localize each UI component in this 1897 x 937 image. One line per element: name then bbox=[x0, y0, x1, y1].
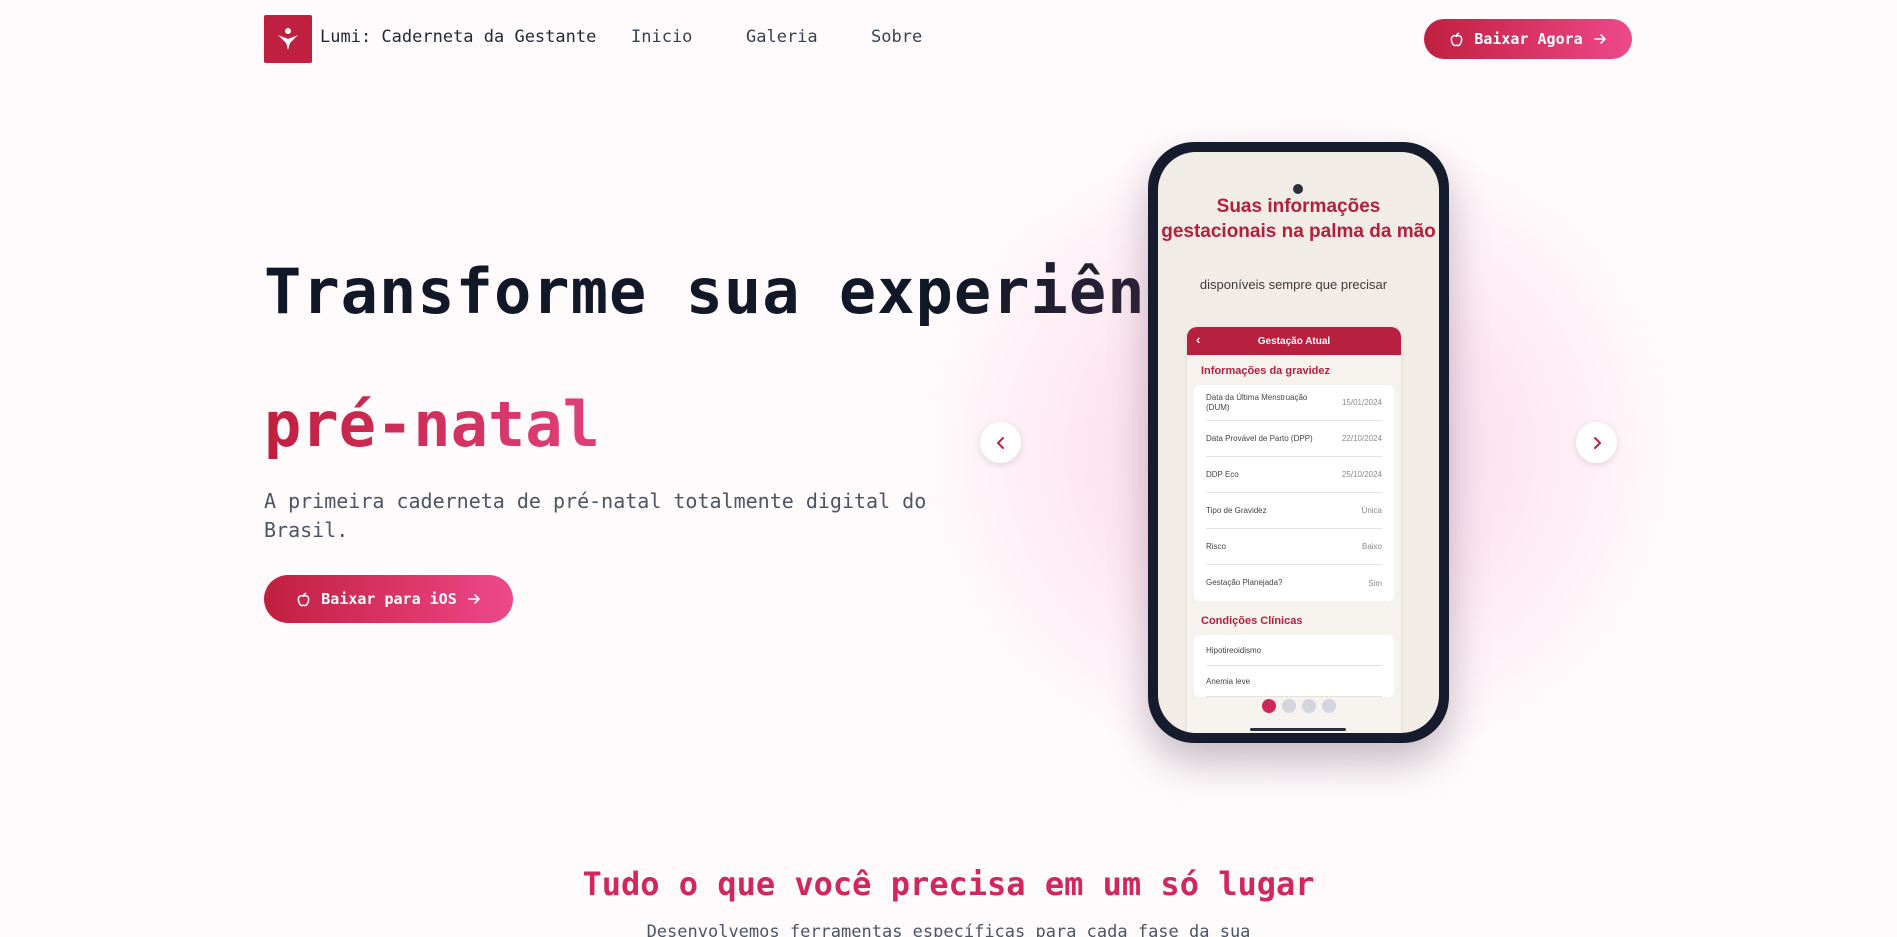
carousel-next-button[interactable] bbox=[1576, 422, 1617, 463]
nav-link-inicio[interactable]: Inicio bbox=[631, 27, 692, 47]
section-title-pregnancy: Informações da gravidez bbox=[1201, 365, 1330, 377]
info-row-value: Baixo bbox=[1361, 542, 1382, 551]
hero-subtitle: A primeira caderneta de pré-natal totalm… bbox=[264, 489, 927, 542]
info-row-value: 25/10/2024 bbox=[1341, 470, 1382, 479]
info-row: Risco Baixo bbox=[1206, 529, 1382, 565]
apple-icon bbox=[1450, 32, 1463, 46]
app-card-header: ‹ Gestação Atual bbox=[1187, 327, 1401, 355]
features-description: Desenvolvemos ferramentas específicas pa… bbox=[646, 922, 1251, 937]
home-indicator bbox=[1250, 728, 1346, 731]
screen-subtitle: disponíveis sempre que precisar bbox=[1199, 277, 1388, 292]
download-ios-button[interactable]: Baixar para iOS bbox=[264, 575, 513, 623]
logo-icon[interactable] bbox=[264, 15, 312, 63]
app-card: ‹ Gestação Atual Informações da gravidez… bbox=[1187, 327, 1401, 733]
info-row: Data Provável de Parto (DPP) 22/10/2024 bbox=[1206, 421, 1382, 457]
download-now-button[interactable]: Baixar Agora bbox=[1424, 19, 1632, 59]
features-heading: Tudo o que você precisa em um só lugar bbox=[582, 865, 1315, 903]
info-row-label: Data Provável de Parto (DPP) bbox=[1206, 433, 1313, 443]
carousel-prev-button[interactable] bbox=[980, 422, 1021, 463]
info-row-label: Tipo de Gravidez bbox=[1206, 505, 1267, 515]
nav-link-galeria[interactable]: Galeria bbox=[746, 27, 818, 47]
info-row-value: Sim bbox=[1368, 578, 1382, 588]
brand-name[interactable]: Lumi: Caderneta da Gestante bbox=[320, 27, 596, 47]
pregnancy-info-list: Data da Última Menstruação (DUM) 15/01/20… bbox=[1194, 385, 1394, 601]
apple-icon bbox=[297, 592, 310, 606]
info-row-label: Gestação Planejada? bbox=[1206, 578, 1283, 587]
carousel-dot-1[interactable] bbox=[1261, 699, 1276, 713]
arrow-right-icon bbox=[467, 594, 480, 604]
carousel-dots bbox=[1158, 699, 1439, 713]
info-row-label: Risco bbox=[1206, 541, 1227, 551]
info-row: Tipo de Gravidez Única bbox=[1206, 493, 1382, 529]
carousel-dot-4[interactable] bbox=[1321, 699, 1336, 713]
info-row-value: 22/10/2024 bbox=[1341, 434, 1382, 443]
phone-mockup: Suas informações gestacionais na palma d… bbox=[1148, 142, 1449, 743]
info-row-label: Data da Última Menstruação (DUM) bbox=[1206, 392, 1308, 412]
top-navbar: Lumi: Caderneta da Gestante Inicio Galer… bbox=[0, 0, 1897, 77]
carousel-dot-3[interactable] bbox=[1301, 699, 1316, 713]
info-row-value: 15/01/2024 bbox=[1341, 398, 1382, 407]
screen-title: Suas informações gestacionais na palma d… bbox=[1161, 196, 1436, 242]
arrow-right-icon bbox=[1593, 34, 1606, 44]
info-row-value: Única bbox=[1361, 506, 1382, 515]
carousel-dot-2[interactable] bbox=[1281, 699, 1296, 713]
download-now-label: Baixar Agora bbox=[1474, 30, 1583, 48]
info-row: Gestação Planejada? Sim bbox=[1206, 565, 1382, 601]
info-row: Data da Última Menstruação (DUM) 15/01/20… bbox=[1206, 385, 1382, 421]
chevron-left-icon bbox=[996, 436, 1004, 449]
hero-title-accent: pré-natal bbox=[264, 388, 600, 461]
section-title-conditions: Condições Clínicas bbox=[1201, 615, 1303, 627]
condition-item: Hipotireoidismo bbox=[1206, 635, 1382, 666]
info-row: DDP Eco 25/10/2024 bbox=[1206, 457, 1382, 493]
info-row-label: DDP Eco bbox=[1206, 469, 1239, 479]
phone-screen: Suas informações gestacionais na palma d… bbox=[1158, 152, 1439, 733]
app-card-title: Gestação Atual bbox=[1257, 335, 1331, 347]
camera-dot bbox=[1293, 184, 1303, 194]
condition-item: Anemia leve bbox=[1206, 666, 1382, 697]
chevron-right-icon bbox=[1593, 436, 1601, 449]
back-icon: ‹ bbox=[1196, 332, 1201, 347]
download-ios-label: Baixar para iOS bbox=[321, 590, 457, 608]
nav-link-sobre[interactable]: Sobre bbox=[871, 27, 922, 47]
conditions-list: Hipotireoidismo Anemia leve bbox=[1194, 635, 1394, 697]
